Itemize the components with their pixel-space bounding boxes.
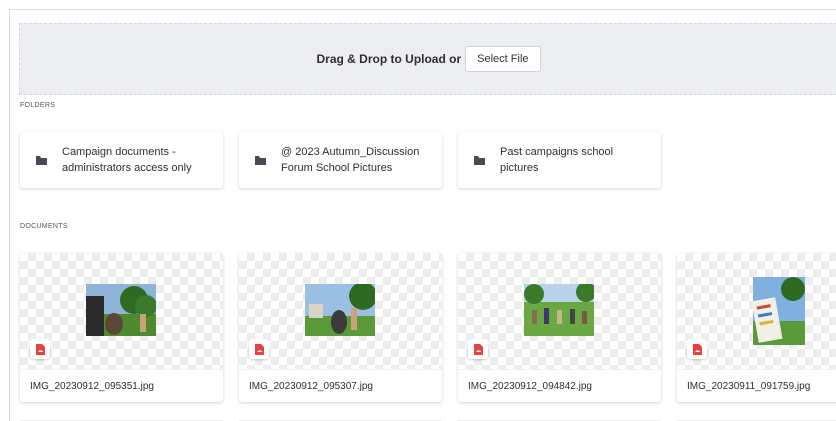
folder-name: Campaign documents - administrators acce…	[62, 146, 192, 174]
document-thumbnail	[239, 253, 442, 369]
image-file-icon	[249, 339, 269, 359]
document-name: IMG_20230912_095307.jpg	[239, 369, 442, 402]
folder-icon	[255, 155, 266, 165]
folder-name: @ 2023 Autumn_Discussion Forum School Pi…	[281, 146, 420, 174]
photo-thumbnail	[305, 284, 375, 336]
document-thumbnail	[20, 253, 223, 369]
document-name: IMG_20230911_091759.jpg	[677, 369, 836, 402]
folder-icon	[36, 155, 47, 165]
photo-thumbnail	[86, 284, 156, 336]
image-file-icon	[687, 339, 707, 359]
image-file-icon	[30, 339, 50, 359]
folder-card[interactable]: @ 2023 Autumn_Discussion Forum School Pi…	[239, 132, 442, 188]
document-card[interactable]: IMG_20230912_094842.jpg	[458, 253, 661, 402]
folder-card[interactable]: Past campaigns school pictures	[458, 132, 661, 188]
document-card[interactable]: IMG_20230911_091759.jpg	[677, 253, 836, 402]
image-file-icon	[468, 339, 488, 359]
upload-prompt: Drag & Drop to Upload or	[316, 52, 462, 66]
folder-name: Past campaigns school pictures	[500, 146, 614, 174]
photo-thumbnail	[753, 277, 805, 345]
upload-dropzone[interactable]: Drag & Drop to Upload or Select File	[19, 23, 836, 95]
folder-icon	[474, 155, 485, 165]
document-grid: IMG_20230912_095351.jpg IMG_20230912_095…	[20, 253, 836, 402]
folders-section-label: FOLDERS	[20, 102, 56, 109]
document-card[interactable]: IMG_20230912_095307.jpg	[239, 253, 442, 402]
document-card[interactable]: IMG_20230912_095351.jpg	[20, 253, 223, 402]
folder-card[interactable]: Campaign documents - administrators acce…	[20, 132, 223, 188]
folder-list: Campaign documents - administrators acce…	[20, 132, 661, 188]
select-file-button[interactable]: Select File	[465, 46, 541, 72]
document-name: IMG_20230912_095351.jpg	[20, 369, 223, 402]
document-thumbnail	[677, 253, 836, 369]
document-name: IMG_20230912_094842.jpg	[458, 369, 661, 402]
photo-thumbnail	[524, 284, 594, 336]
documents-section-label: DOCUMENTS	[20, 223, 68, 230]
file-manager-panel: Drag & Drop to Upload or Select File FOL…	[9, 9, 836, 421]
document-thumbnail	[458, 253, 661, 369]
